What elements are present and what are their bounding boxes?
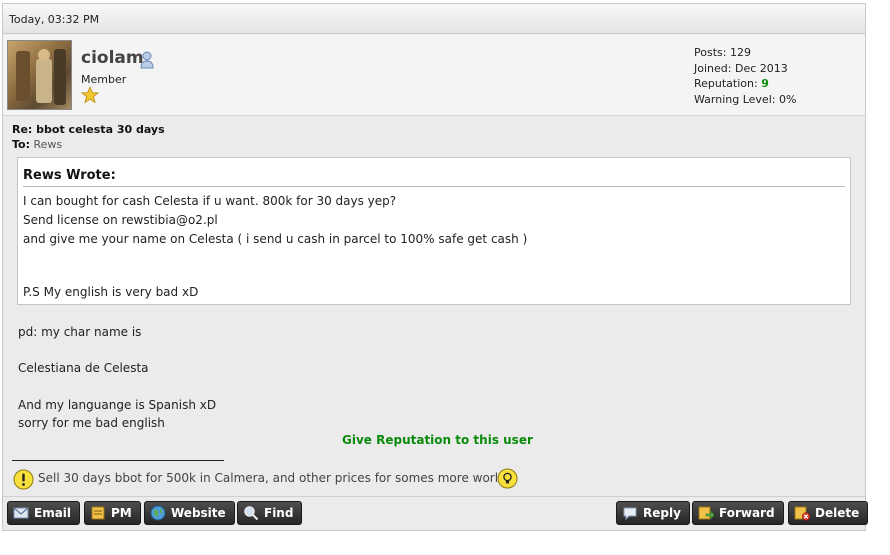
mail-icon: [13, 507, 29, 519]
delete-button[interactable]: Delete: [788, 501, 869, 525]
forward-button[interactable]: Forward: [692, 501, 784, 525]
forward-icon: [698, 506, 714, 520]
reputation-value: 9: [761, 77, 769, 90]
avatar[interactable]: [7, 40, 72, 110]
signature-divider: [12, 460, 224, 461]
quote-line: I can bought for cash Celesta if u want.…: [23, 194, 397, 208]
post-body-line: Celestiana de Celesta: [18, 361, 149, 375]
post-body-line: pd: my char name is: [18, 325, 142, 339]
website-button[interactable]: Website: [144, 501, 235, 525]
reply-button[interactable]: Reply: [616, 501, 690, 525]
exclamation-icon: [13, 469, 34, 490]
quote-line: P.S My english is very bad xD: [23, 285, 199, 299]
quote-line: and give me your name on Celesta ( i sen…: [23, 232, 528, 246]
find-button[interactable]: Find: [237, 501, 303, 525]
signature-text: Sell 30 days bbot for 500k in Calmera, a…: [38, 471, 512, 485]
lightbulb-icon: [497, 468, 518, 489]
pm-button[interactable]: PM: [84, 501, 141, 525]
forum-post: Today, 03:32 PM ciolam Member Posts: 129…: [2, 3, 869, 531]
stat-warning: Warning Level: 0%: [694, 92, 797, 106]
delete-icon: [794, 506, 810, 521]
message-icon: [91, 506, 105, 520]
globe-icon: [150, 505, 166, 521]
post-title: Re: bbot celesta 30 days: [12, 123, 165, 136]
quote-divider: [23, 186, 845, 187]
username[interactable]: ciolam: [81, 48, 144, 68]
give-reputation-link[interactable]: Give Reputation to this user: [342, 433, 533, 447]
email-button[interactable]: Email: [7, 501, 81, 525]
stat-posts: Posts: 129: [694, 46, 751, 59]
star-icon: [81, 86, 99, 104]
post-recipient: To: Rews: [12, 138, 63, 151]
speech-bubble-icon: [623, 507, 637, 521]
quote-block: Rews Wrote: I can bought for cash Celest…: [17, 157, 851, 305]
button-bar-divider: [3, 496, 865, 497]
post-date: Today, 03:32 PM: [9, 13, 100, 26]
user-stats: Posts: 129 Joined: Dec 2013 Reputation: …: [694, 45, 796, 107]
stat-joined: Joined: Dec 2013: [694, 61, 788, 75]
user-online-icon: [140, 51, 154, 69]
magnifier-icon: [244, 506, 259, 521]
stat-reputation: Reputation: 9: [694, 77, 769, 90]
user-title: Member: [81, 73, 127, 86]
post-header: Re: bbot celesta 30 days To: Rews: [12, 122, 165, 152]
post-body-line: sorry for me bad english: [18, 416, 165, 430]
post-body-line: And my languange is Spanish xD: [18, 398, 217, 412]
post-date-bar: Today, 03:32 PM: [3, 4, 865, 34]
quote-header: Rews Wrote:: [23, 168, 116, 183]
recipient-name[interactable]: Rews: [34, 138, 63, 151]
user-info-panel: ciolam Member Posts: 129 Joined: Dec 201…: [3, 35, 865, 116]
quote-line: Send license on rewstibia@o2.pl: [23, 213, 218, 227]
